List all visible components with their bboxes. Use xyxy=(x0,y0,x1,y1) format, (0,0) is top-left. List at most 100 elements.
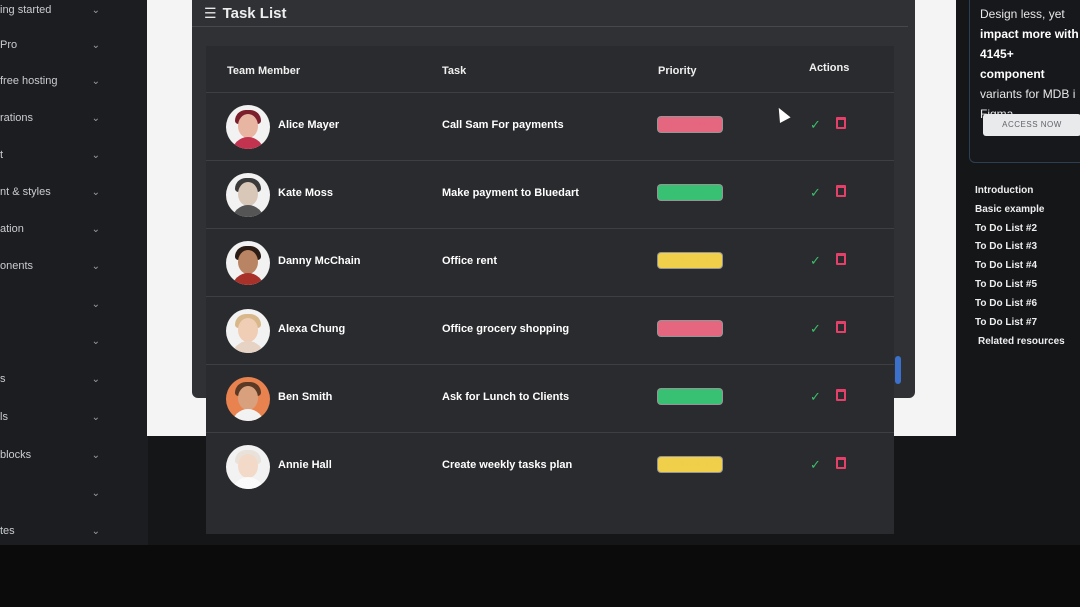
list-icon: ☰ xyxy=(204,4,217,21)
sidebar-item-pro[interactable]: Pro ⌄ xyxy=(0,35,100,55)
sidebar-item-blocks[interactable]: blocks ⌄ xyxy=(0,445,100,465)
access-now-button[interactable]: ACCESS NOW xyxy=(983,114,1080,136)
sidebar-item-integrations[interactable]: rations ⌄ xyxy=(0,108,100,128)
task-text: Ask for Lunch to Clients xyxy=(442,391,570,403)
sidebar-item-label: ls xyxy=(0,411,8,423)
toc-link[interactable]: To Do List #6 xyxy=(975,298,1037,309)
sidebar-item-label: blocks xyxy=(0,449,32,461)
toc-link[interactable]: To Do List #4 xyxy=(975,260,1037,271)
promo-line: Design less, yet xyxy=(980,7,1065,21)
toc-link[interactable]: Introduction xyxy=(975,185,1033,196)
sidebar-item-navigation[interactable]: ation ⌄ xyxy=(0,219,100,239)
column-header-priority: Priority xyxy=(658,65,697,77)
sidebar-item-components[interactable]: onents ⌄ xyxy=(0,256,100,276)
table-row: Ben Smith Ask for Lunch to Clients Low p… xyxy=(206,364,894,433)
sidebar-item-label: t xyxy=(0,149,4,161)
member-name: Kate Moss xyxy=(278,187,334,199)
chevron-down-icon: ⌄ xyxy=(91,487,100,499)
member-name: Alexa Chung xyxy=(278,323,346,335)
toc-link[interactable]: To Do List #5 xyxy=(975,279,1037,290)
toc-link[interactable]: Related resources xyxy=(978,336,1065,347)
task-table: Team Member Task Priority Actions Alice … xyxy=(206,46,894,534)
check-icon[interactable]: ✓ xyxy=(810,185,821,201)
trash-icon[interactable] xyxy=(836,185,846,197)
table-row: Kate Moss Make payment to Bluedart Low p… xyxy=(206,160,894,229)
priority-badge: High priority xyxy=(658,321,722,336)
promo-panel: Design less, yet impact more with 4145+ … xyxy=(969,0,1080,163)
chevron-down-icon: ⌄ xyxy=(91,149,100,161)
avatar xyxy=(226,105,270,149)
sidebar-item-label: tes xyxy=(0,525,15,537)
chevron-down-icon: ⌄ xyxy=(91,449,100,461)
member-name: Danny McChain xyxy=(278,255,361,267)
member-name: Ben Smith xyxy=(278,391,333,403)
task-text: Office rent xyxy=(442,255,498,267)
priority-badge: Low priority xyxy=(658,389,722,404)
check-icon[interactable]: ✓ xyxy=(810,321,821,337)
sidebar-item-label: Pro xyxy=(0,39,18,51)
sidebar-item[interactable]: ls ⌄ xyxy=(0,407,100,427)
chevron-down-icon: ⌄ xyxy=(91,223,100,235)
priority-badge: Low priority xyxy=(658,185,722,200)
check-icon[interactable]: ✓ xyxy=(810,253,821,269)
check-icon[interactable]: ✓ xyxy=(810,457,821,473)
toc-link[interactable]: To Do List #7 xyxy=(975,317,1037,328)
task-text: Office grocery shopping xyxy=(442,323,570,335)
primary-button-edge[interactable] xyxy=(895,356,901,384)
trash-icon[interactable] xyxy=(836,321,846,333)
promo-line: impact more with xyxy=(980,27,1079,41)
table-row: Annie Hall Create weekly tasks plan Midd… xyxy=(206,432,894,501)
monitor-bezel xyxy=(0,545,1080,607)
check-icon[interactable]: ✓ xyxy=(810,389,821,405)
sidebar-item-getting-started[interactable]: ing started ⌄ xyxy=(0,0,100,20)
column-header-member: Team Member xyxy=(227,65,301,77)
card-header: ☰ Task List xyxy=(192,0,908,27)
toc-link[interactable]: To Do List #2 xyxy=(975,223,1037,234)
chevron-down-icon: ⌄ xyxy=(91,260,100,272)
chevron-down-icon: ⌄ xyxy=(91,75,100,87)
chevron-down-icon: ⌄ xyxy=(91,525,100,537)
chevron-down-icon: ⌄ xyxy=(91,373,100,385)
sidebar-item-content-styles[interactable]: nt & styles ⌄ xyxy=(0,182,100,202)
trash-icon[interactable] xyxy=(836,389,846,401)
trash-icon[interactable] xyxy=(836,117,846,129)
sidebar-item-label: nt & styles xyxy=(0,186,51,198)
sidebar-item[interactable]: ⌄ xyxy=(0,483,100,503)
table-row: Danny McChain Office rent Middle priorit… xyxy=(206,228,894,297)
sidebar-item-label: onents xyxy=(0,260,34,272)
avatar xyxy=(226,445,270,489)
avatar xyxy=(226,377,270,421)
check-icon[interactable]: ✓ xyxy=(810,117,821,133)
sidebar-item-templates[interactable]: tes ⌄ xyxy=(0,521,100,541)
chevron-down-icon: ⌄ xyxy=(91,186,100,198)
chevron-down-icon: ⌄ xyxy=(91,335,100,347)
table-header: Team Member Task Priority Actions xyxy=(206,46,894,92)
promo-text: Design less, yet impact more with 4145+ … xyxy=(980,4,1080,124)
sidebar-item[interactable]: s ⌄ xyxy=(0,369,100,389)
trash-icon[interactable] xyxy=(836,457,846,469)
sidebar-item-label: ing started xyxy=(0,4,52,16)
priority-badge: High priority xyxy=(658,117,722,132)
card-title: Task List xyxy=(222,4,287,22)
table-row: Alice Mayer Call Sam For payments High p… xyxy=(206,92,894,161)
sidebar-item[interactable]: ⌄ xyxy=(0,294,100,314)
sidebar-item-layout[interactable]: t ⌄ xyxy=(0,145,100,165)
sidebar-item-label: s xyxy=(0,373,6,385)
toc-link[interactable]: To Do List #3 xyxy=(975,241,1037,252)
priority-badge: Middle priority xyxy=(658,457,722,472)
column-header-actions: Actions xyxy=(809,62,850,74)
task-text: Make payment to Bluedart xyxy=(442,187,579,199)
sidebar-item-free-hosting[interactable]: free hosting ⌄ xyxy=(0,71,100,91)
task-text: Create weekly tasks plan xyxy=(442,459,573,471)
sidebar-item-label: ation xyxy=(0,223,24,235)
trash-icon[interactable] xyxy=(836,253,846,265)
priority-badge: Middle priority xyxy=(658,253,722,268)
sidebar-item[interactable]: ⌄ xyxy=(0,331,100,351)
member-name: Annie Hall xyxy=(278,459,332,471)
toc-link[interactable]: Basic example xyxy=(975,204,1045,215)
chevron-down-icon: ⌄ xyxy=(91,4,100,16)
chevron-down-icon: ⌄ xyxy=(91,39,100,51)
column-header-task: Task xyxy=(442,65,467,77)
avatar xyxy=(226,241,270,285)
chevron-down-icon: ⌄ xyxy=(91,411,100,423)
